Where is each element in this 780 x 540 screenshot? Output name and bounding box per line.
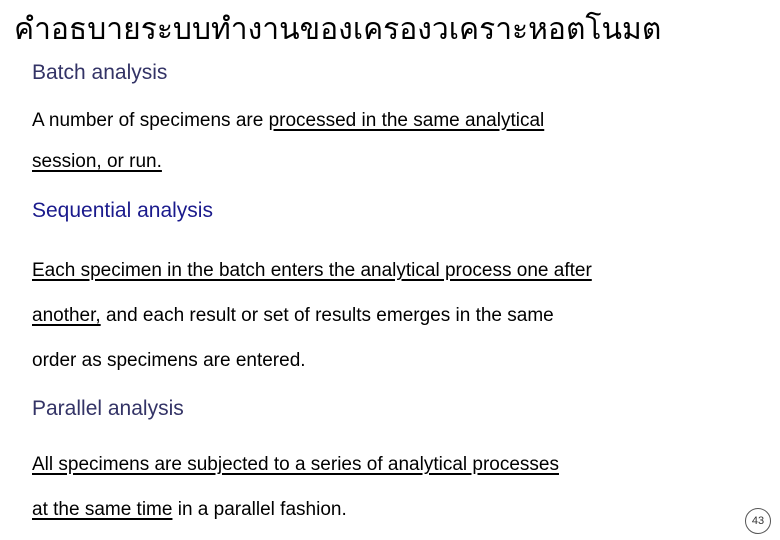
text-underlined: processed in the same analytical (268, 110, 545, 131)
page-number-badge: 43 (745, 508, 771, 534)
body-line: session, or run. (32, 141, 544, 182)
slide-canvas: คำอธบายระบบทำงานของเครองวเคราะหอตโนมต Ba… (0, 0, 780, 540)
text-plain-suffix: in a parallel fashion. (172, 499, 347, 520)
body-line: another, and each result or set of resul… (32, 293, 592, 338)
text-plain: A number of specimens are (32, 110, 269, 131)
text-underlined: session, or run. (32, 151, 162, 172)
slide-title: คำอธบายระบบทำงานของเครองวเคราะหอตโนมต (14, 12, 662, 47)
text-underlined: at the same time (32, 499, 173, 520)
text-underlined: another, (32, 305, 101, 326)
section-heading-batch: Batch analysis (32, 61, 168, 84)
section-body-sequential: Each specimen in the batch enters the an… (32, 248, 592, 383)
section-heading-parallel: Parallel analysis (32, 397, 184, 420)
section-body-parallel: All specimens are subjected to a series … (32, 442, 559, 532)
body-line: order as specimens are entered. (32, 338, 592, 383)
text-underlined: All specimens are subjected to a series … (32, 454, 559, 475)
text-plain-suffix: and each result or set of results emerge… (100, 305, 554, 326)
section-heading-sequential: Sequential analysis (32, 199, 213, 222)
body-line: at the same time in a parallel fashion. (32, 487, 559, 532)
body-line: All specimens are subjected to a series … (32, 442, 559, 487)
section-body-batch: A number of specimens are processed in t… (32, 100, 544, 182)
body-line: A number of specimens are processed in t… (32, 100, 544, 141)
body-line: Each specimen in the batch enters the an… (32, 248, 592, 293)
text-plain: order as specimens are entered. (32, 350, 306, 371)
text-underlined: Each specimen in the batch enters the an… (32, 260, 592, 281)
